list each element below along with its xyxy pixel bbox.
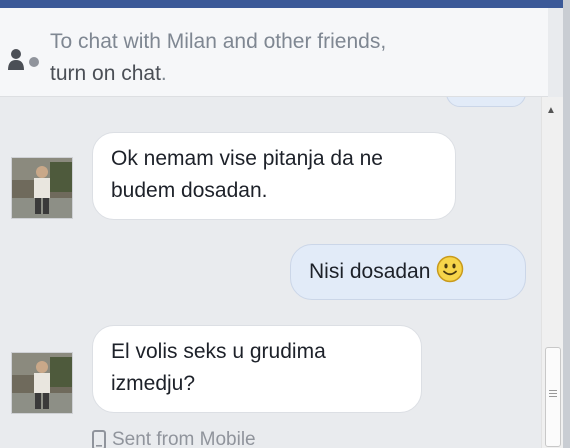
chat-notice-text: To chat with Milan and other friends, tu… <box>50 26 520 90</box>
turn-on-chat-link[interactable]: turn on chat <box>50 62 161 85</box>
smiley-icon <box>437 255 464 283</box>
sent-from-mobile: Sent from Mobile <box>92 429 256 448</box>
avatar[interactable] <box>11 352 73 414</box>
top-bar <box>0 0 570 8</box>
conversation-area[interactable]: Ok nemam vise pitanja da ne budem dosada… <box>0 97 548 448</box>
window-edge <box>563 0 570 448</box>
avatar[interactable] <box>11 157 73 219</box>
chat-notice-period: . <box>160 62 167 85</box>
chat-offline-icon <box>8 49 39 70</box>
chat-notice-line: To chat with Milan and other friends, <box>50 30 387 53</box>
message-bubble-incoming[interactable]: Ok nemam vise pitanja da ne budem dosada… <box>92 132 456 220</box>
message-text: Nisi dosadan <box>309 260 431 283</box>
chat-off-notice: To chat with Milan and other friends, tu… <box>0 8 548 97</box>
grip-icon <box>549 390 557 399</box>
message-bubble-outgoing[interactable]: Nisi dosadan <box>290 244 526 300</box>
scrollbar-thumb[interactable] <box>545 347 561 447</box>
mobile-phone-icon <box>92 430 106 448</box>
scrollbar[interactable]: ▲ <box>541 97 564 448</box>
avatar-photo-icon <box>12 353 72 413</box>
previous-message-bubble <box>446 97 526 107</box>
scroll-up-arrow-icon[interactable]: ▲ <box>546 105 556 116</box>
message-bubble-incoming[interactable]: El volis seks u grudima izmedju? <box>92 325 422 413</box>
avatar-photo-icon <box>12 158 72 218</box>
sent-from-mobile-label: Sent from Mobile <box>112 429 256 448</box>
